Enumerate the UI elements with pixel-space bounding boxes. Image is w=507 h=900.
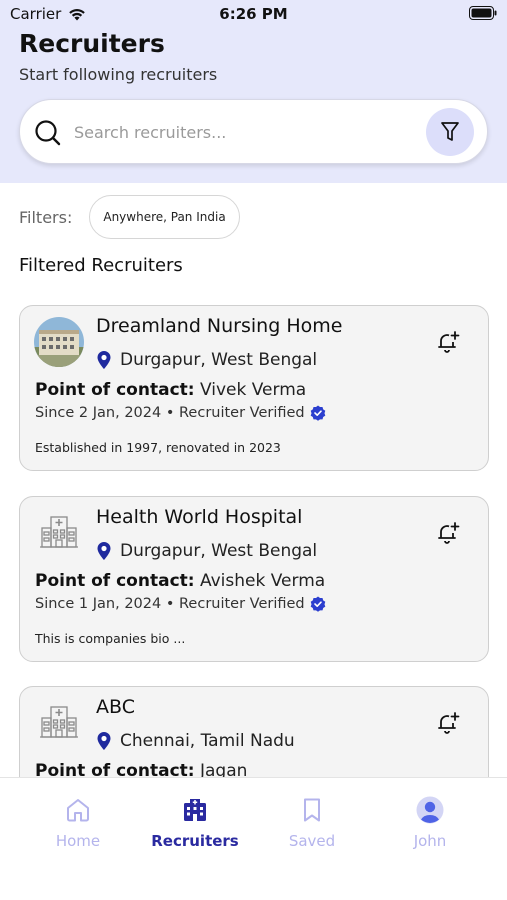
tab-label: John: [413, 832, 447, 850]
bottom-tab-bar: Home Recruiters Saved John: [0, 777, 507, 900]
point-of-contact: Point of contact: Jagan: [35, 761, 247, 777]
home-icon: [67, 799, 89, 822]
tab-profile[interactable]: John: [375, 796, 485, 850]
poc-name: Jagan: [199, 761, 248, 777]
poc-name: Avishek Verma: [199, 571, 326, 591]
recruiter-name: Dreamland Nursing Home: [96, 315, 343, 337]
recruiter-bio: Established in 1997, renovated in 2023: [35, 440, 281, 455]
poc-label: Point of contact:: [35, 571, 195, 591]
recruiter-logo: [34, 698, 84, 748]
recruiter-logo: [34, 508, 84, 558]
verified-badge-icon: [310, 596, 325, 612]
point-of-contact: Point of contact: Vivek Verma: [35, 380, 306, 400]
recruiter-name: ABC: [96, 696, 135, 718]
recruiter-card[interactable]: Dreamland Nursing Home Durgapur, West Be…: [19, 305, 489, 471]
follow-bell-icon[interactable]: [436, 711, 460, 735]
recruiter-bio: This is companies bio ...: [35, 631, 186, 646]
recruiter-since: Since 2 Jan, 2024 • Recruiter Verified: [35, 405, 326, 421]
location-text: Chennai, Tamil Nadu: [120, 731, 295, 751]
tab-home[interactable]: Home: [23, 796, 133, 850]
tab-label: Saved: [288, 832, 336, 850]
location-text: Durgapur, West Bengal: [120, 541, 318, 561]
recruiter-since: Since 1 Jan, 2024 • Recruiter Verified: [35, 596, 326, 612]
recruiter-card[interactable]: ABC Chennai, Tamil Nadu Point of contact…: [19, 686, 489, 777]
hospital-building-icon: [40, 706, 78, 738]
tab-saved[interactable]: Saved: [257, 796, 367, 850]
location-pin-icon: [97, 351, 111, 369]
recruiter-location: Durgapur, West Bengal: [96, 541, 317, 561]
poc-name: Vivek Verma: [199, 380, 307, 400]
location-pin-icon: [97, 542, 111, 560]
since-text: Since 1 Jan, 2024 • Recruiter Verified: [35, 596, 305, 612]
hospital-building-icon: [40, 516, 78, 548]
since-text: Since 2 Jan, 2024 • Recruiter Verified: [35, 405, 305, 421]
location-pin-icon: [97, 732, 111, 750]
recruiter-name: Health World Hospital: [96, 506, 303, 528]
follow-bell-icon[interactable]: [436, 330, 460, 354]
tab-label: Home: [55, 832, 101, 850]
recruiter-location: Chennai, Tamil Nadu: [96, 731, 295, 751]
recruiter-card[interactable]: Health World Hospital Durgapur, West Ben…: [19, 496, 489, 662]
follow-bell-icon[interactable]: [436, 521, 460, 545]
tab-label: Recruiters: [151, 832, 239, 850]
avatar-icon: [416, 796, 444, 824]
location-text: Durgapur, West Bengal: [120, 350, 318, 370]
poc-label: Point of contact:: [35, 380, 195, 400]
building-photo-icon: [34, 317, 84, 367]
recruiter-location: Durgapur, West Bengal: [96, 350, 317, 370]
tab-recruiters[interactable]: Recruiters: [140, 796, 250, 850]
hospital-icon: [184, 799, 206, 821]
verified-badge-icon: [310, 405, 325, 421]
bookmark-icon: [304, 798, 320, 822]
recruiter-logo-photo: [34, 317, 84, 367]
poc-label: Point of contact:: [35, 761, 195, 777]
recruiter-list: Dreamland Nursing Home Durgapur, West Be…: [0, 0, 507, 777]
point-of-contact: Point of contact: Avishek Verma: [35, 571, 325, 591]
